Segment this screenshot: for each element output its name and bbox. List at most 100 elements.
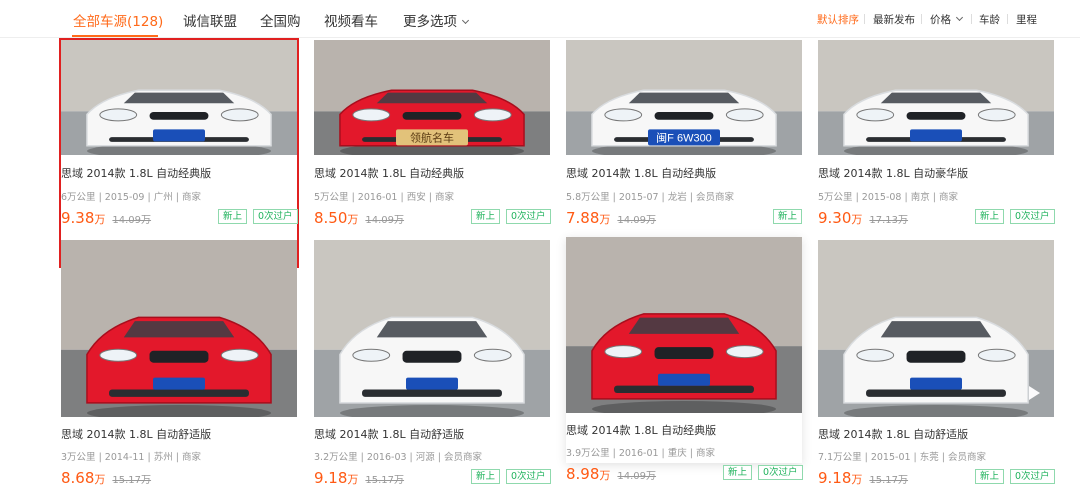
tab-more-options[interactable]: 更多选项 <box>403 10 470 30</box>
car-photo[interactable]: 领航名车 <box>314 40 550 155</box>
sort-divider <box>1007 14 1008 24</box>
original-price: 14.09万 <box>112 215 152 226</box>
car-title[interactable]: 思域 2014款 1.8L 自动经典版 <box>566 422 716 438</box>
license-plate <box>153 377 205 390</box>
price-unit: 万 <box>851 213 863 226</box>
car-windshield <box>376 92 488 104</box>
price-row: 9.18万 15.17万 <box>314 468 404 487</box>
car-listing-card[interactable]: 领航名车 思域 2014款 1.8L 自动经典版 5万公里 | 2016-01 … <box>314 40 551 266</box>
car-bumper <box>109 389 249 397</box>
car-windshield <box>628 92 740 104</box>
car-title[interactable]: 思域 2014款 1.8L 自动经典版 <box>61 165 211 181</box>
tab-all-listings[interactable]: 全部车源(128) <box>73 10 163 30</box>
car-headlight-right <box>977 108 1016 122</box>
price-value: 8.50 <box>314 209 348 227</box>
sort-price[interactable]: 价格 <box>930 12 964 27</box>
price-row: 9.30万 17.13万 <box>818 208 908 227</box>
license-plate-text: 闽F 6W300 <box>656 131 712 144</box>
car-bumper <box>866 389 1006 397</box>
car-photo[interactable] <box>566 237 802 413</box>
car-headlight-left <box>99 108 138 122</box>
original-price: 14.09万 <box>617 471 657 482</box>
car-illustration <box>61 240 297 417</box>
car-photo[interactable]: 闽F 6W300 <box>566 40 802 155</box>
car-listing-card[interactable]: 思域 2014款 1.8L 自动经典版 3.9万公里 | 2016-01 | 重… <box>566 237 803 483</box>
sort-default[interactable]: 默认排序 <box>817 12 859 27</box>
video-play-icon[interactable] <box>1029 386 1040 400</box>
car-grille <box>402 111 462 120</box>
sort-newest[interactable]: 最新发布 <box>873 12 915 27</box>
transfer-count-badge: 0次过户 <box>253 209 298 224</box>
license-plate <box>910 377 962 390</box>
car-meta: 3万公里 | 2014-11 | 苏州 | 商家 <box>61 452 201 463</box>
car-meta: 5.8万公里 | 2015-07 | 龙岩 | 会员商家 <box>566 192 735 203</box>
price-unit: 万 <box>347 213 359 226</box>
car-headlight-right <box>977 348 1016 362</box>
car-grille <box>402 350 462 363</box>
car-illustration <box>61 40 297 155</box>
transfer-count-badge: 0次过户 <box>506 469 551 484</box>
car-headlight-right <box>725 345 764 359</box>
car-photo[interactable] <box>61 40 297 155</box>
car-listing-card[interactable]: 思域 2014款 1.8L 自动经典版 6万公里 | 2015-09 | 广州 … <box>59 38 299 268</box>
car-meta: 5万公里 | 2015-08 | 南京 | 商家 <box>818 192 958 203</box>
car-title[interactable]: 思域 2014款 1.8L 自动舒适版 <box>314 426 464 442</box>
car-listing-card[interactable]: 闽F 6W300 思域 2014款 1.8L 自动经典版 5.8万公里 | 20… <box>566 40 803 266</box>
car-headlight-left <box>604 345 643 359</box>
original-price: 15.17万 <box>365 475 405 486</box>
car-headlight-left <box>856 348 895 362</box>
car-windshield <box>880 92 992 104</box>
car-photo[interactable] <box>818 40 1054 155</box>
car-title[interactable]: 思域 2014款 1.8L 自动舒适版 <box>61 426 211 442</box>
tab-nationwide[interactable]: 全国购 <box>260 10 301 30</box>
car-windshield <box>123 321 235 338</box>
price-row: 7.88万 14.09万 <box>566 208 656 227</box>
car-illustration <box>818 240 1054 417</box>
car-title[interactable]: 思域 2014款 1.8L 自动舒适版 <box>818 426 968 442</box>
transfer-count-badge: 0次过户 <box>1010 209 1055 224</box>
car-listing-card[interactable]: 思域 2014款 1.8L 自动豪华版 5万公里 | 2015-08 | 南京 … <box>818 40 1055 266</box>
car-meta: 7.1万公里 | 2015-01 | 东莞 | 会员商家 <box>818 452 987 463</box>
original-price: 14.09万 <box>617 215 657 226</box>
new-listing-badge: 新上 <box>471 209 501 224</box>
transfer-count-badge: 0次过户 <box>506 209 551 224</box>
car-listing-card[interactable]: 思域 2014款 1.8L 自动舒适版 3.2万公里 | 2016-03 | 河… <box>314 240 551 487</box>
chevron-down-icon <box>461 16 470 25</box>
car-headlight-right <box>220 348 259 362</box>
car-meta: 3.2万公里 | 2016-03 | 河源 | 会员商家 <box>314 452 483 463</box>
price-value: 9.18 <box>314 469 348 487</box>
sort-price-label: 价格 <box>930 14 951 26</box>
car-grille <box>906 350 966 363</box>
tab-trust-alliance[interactable]: 诚信联盟 <box>183 10 237 30</box>
car-headlight-right <box>473 348 512 362</box>
sort-mileage[interactable]: 里程 <box>1016 12 1037 27</box>
car-photo[interactable] <box>314 240 550 417</box>
price-value: 9.30 <box>818 209 852 227</box>
price-unit: 万 <box>347 473 359 486</box>
new-listing-badge: 新上 <box>218 209 248 224</box>
car-listing-card[interactable]: 思域 2014款 1.8L 自动舒适版 7.1万公里 | 2015-01 | 东… <box>818 240 1055 487</box>
tab-video-view[interactable]: 视频看车 <box>324 10 378 30</box>
car-listing-card[interactable]: 思域 2014款 1.8L 自动舒适版 3万公里 | 2014-11 | 苏州 … <box>61 240 297 487</box>
car-headlight-right <box>473 108 512 122</box>
car-headlight-right <box>725 108 764 122</box>
new-listing-badge: 新上 <box>723 465 753 480</box>
car-title[interactable]: 思域 2014款 1.8L 自动豪华版 <box>818 165 968 181</box>
car-meta: 5万公里 | 2016-01 | 西安 | 商家 <box>314 192 454 203</box>
sort-age[interactable]: 车龄 <box>979 12 1000 27</box>
price-unit: 万 <box>599 469 611 482</box>
license-plate <box>658 373 710 386</box>
car-photo[interactable] <box>61 240 297 417</box>
transfer-count-badge: 0次过户 <box>758 465 803 480</box>
price-unit: 万 <box>94 213 106 226</box>
price-value: 7.88 <box>566 209 600 227</box>
car-title[interactable]: 思域 2014款 1.8L 自动经典版 <box>314 165 464 181</box>
original-price: 15.17万 <box>869 475 909 486</box>
car-photo[interactable] <box>818 240 1054 417</box>
car-meta: 6万公里 | 2015-09 | 广州 | 商家 <box>61 192 201 203</box>
car-headlight-left <box>856 108 895 122</box>
car-headlight-left <box>604 108 643 122</box>
car-headlight-right <box>220 108 259 122</box>
sort-divider <box>971 14 972 24</box>
car-title[interactable]: 思域 2014款 1.8L 自动经典版 <box>566 165 716 181</box>
